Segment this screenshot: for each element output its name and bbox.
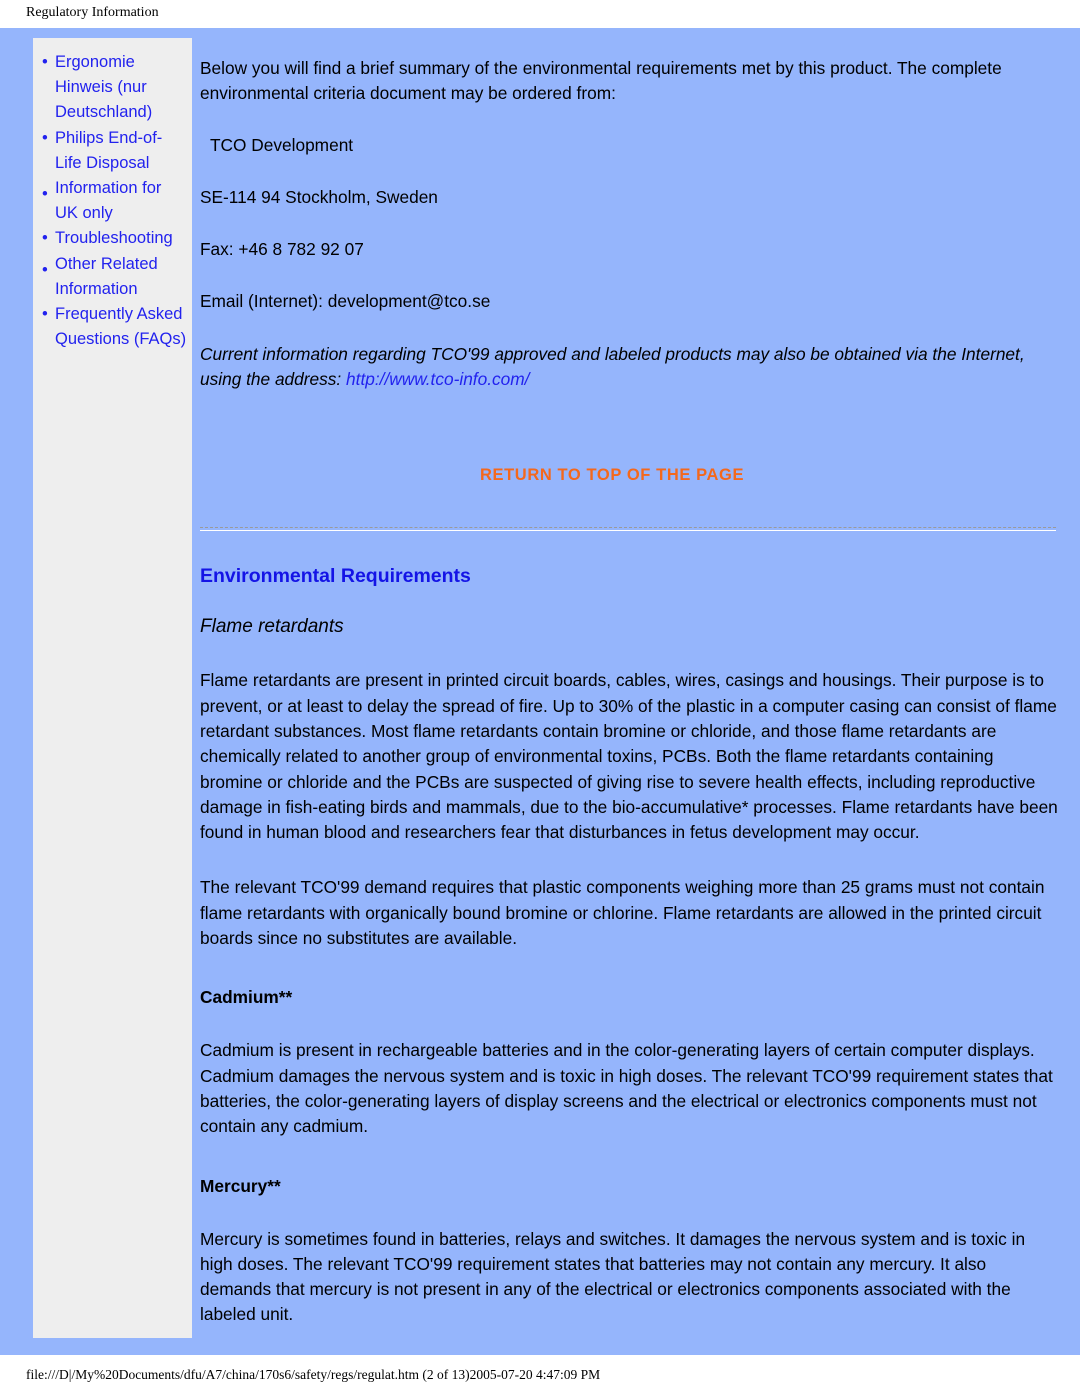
tco-info-url-link[interactable]: http://www.tco-info.com/ bbox=[346, 369, 529, 389]
sidebar-item-philips-end-of-life-disposal[interactable]: • Philips End-of-Life Disposal bbox=[39, 126, 188, 176]
flame-retardants-paragraph-1: Flame retardants are present in printed … bbox=[200, 670, 1058, 843]
main-content-column: Below you will find a brief summary of t… bbox=[200, 56, 1058, 1385]
bullet-icon: • bbox=[42, 260, 48, 279]
section-heading-environmental-requirements: Environmental Requirements bbox=[200, 565, 471, 588]
browser-page-header: Regulatory Information bbox=[0, 0, 1080, 28]
sidebar-item-troubleshooting[interactable]: • Troubleshooting bbox=[39, 226, 188, 251]
address-city: SE-114 94 Stockholm, Sweden bbox=[200, 186, 438, 207]
sidebar-item-other-related-information[interactable]: • Other Related Information bbox=[39, 252, 188, 302]
heading-cadmium: Cadmium** bbox=[200, 987, 293, 1008]
internet-note-text: Current information regarding TCO'99 app… bbox=[200, 343, 1025, 390]
intro-paragraph: Below you will find a brief summary of t… bbox=[200, 58, 1002, 104]
sidebar-link-list: • Ergonomie Hinweis (nur Deutschland) • … bbox=[33, 38, 192, 352]
page-title: Regulatory Information bbox=[26, 5, 159, 20]
mercury-paragraph: Mercury is sometimes found in batteries,… bbox=[200, 1228, 1026, 1325]
address-organization: TCO Development bbox=[210, 134, 354, 155]
sidebar-item-label: Troubleshooting bbox=[55, 229, 173, 248]
sidebar-item-label: Ergonomie Hinweis (nur Deutschland) bbox=[55, 53, 153, 122]
bullet-icon: • bbox=[42, 305, 48, 324]
address-fax: Fax: +46 8 782 92 07 bbox=[200, 239, 364, 260]
cadmium-paragraph: Cadmium is present in rechargeable batte… bbox=[200, 1040, 1053, 1137]
bullet-icon: • bbox=[42, 185, 48, 204]
sidebar-item-information-for-uk-only[interactable]: • Information for UK only bbox=[39, 176, 188, 226]
subsection-heading-flame-retardants: Flame retardants bbox=[200, 616, 344, 638]
bullet-icon: • bbox=[42, 53, 48, 71]
return-to-top-link[interactable]: RETURN TO TOP OF THE PAGE bbox=[480, 466, 744, 485]
internet-note-paragraph: Current information regarding TCO'99 app… bbox=[200, 342, 1058, 393]
bullet-icon: • bbox=[42, 229, 48, 248]
sidebar-nav-panel: • Ergonomie Hinweis (nur Deutschland) • … bbox=[33, 38, 192, 1338]
browser-status-bar: file:///D|/My%20Documents/dfu/A7/china/1… bbox=[0, 1355, 1080, 1397]
sidebar-item-label: Frequently Asked Questions (FAQs) bbox=[55, 305, 187, 349]
sidebar-item-ergonomie-hinweis[interactable]: • Ergonomie Hinweis (nur Deutschland) bbox=[39, 50, 188, 126]
section-divider bbox=[200, 527, 1056, 532]
sidebar-item-frequently-asked-questions[interactable]: • Frequently Asked Questions (FAQs) bbox=[39, 302, 188, 352]
flame-retardants-paragraph-2: The relevant TCO'99 demand requires that… bbox=[200, 877, 1045, 949]
address-email: Email (Internet): development@tco.se bbox=[200, 291, 491, 312]
heading-mercury: Mercury** bbox=[200, 1175, 281, 1196]
sidebar-item-label: Information for UK only bbox=[55, 179, 162, 223]
sidebar-item-label: Other Related Information bbox=[55, 254, 158, 298]
bullet-icon: • bbox=[42, 128, 48, 147]
status-bar-text: file:///D|/My%20Documents/dfu/A7/china/1… bbox=[26, 1367, 601, 1382]
sidebar-item-label: Philips End-of-Life Disposal bbox=[55, 128, 163, 172]
document-canvas: • Ergonomie Hinweis (nur Deutschland) • … bbox=[0, 28, 1080, 1384]
